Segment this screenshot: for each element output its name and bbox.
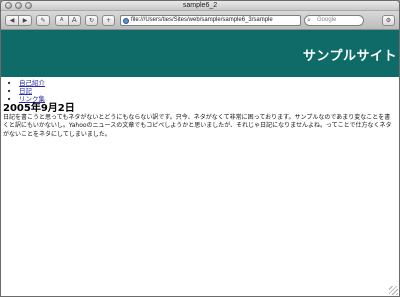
browser-window: sample6_2 ◀ ▶ ✎ A A ↻ + file:///Users/ti… bbox=[0, 0, 400, 297]
add-bookmark-icon[interactable]: + bbox=[102, 15, 115, 26]
search-icon: ⌕ bbox=[307, 17, 311, 24]
search-placeholder: Google bbox=[317, 17, 337, 23]
title-bar: sample6_2 bbox=[1, 1, 399, 11]
site-title: サンプルサイト bbox=[302, 49, 397, 64]
nav-item-diary: 日記 bbox=[19, 87, 397, 95]
settings-icon[interactable]: ⚙ bbox=[382, 15, 395, 26]
site-header: サンプルサイト bbox=[1, 30, 399, 77]
edit-icon[interactable]: ✎ bbox=[36, 15, 50, 26]
reload-icon[interactable]: ↻ bbox=[85, 15, 98, 26]
back-forward-control: ◀ ▶ bbox=[5, 15, 32, 26]
back-icon[interactable]: ◀ bbox=[6, 16, 19, 25]
nav-item-profile: 自己紹介 bbox=[19, 79, 397, 87]
entry-date-heading: 2005年9月2日 bbox=[3, 103, 75, 114]
nav-link-links[interactable]: リンク集 bbox=[19, 95, 45, 103]
browser-toolbar: ◀ ▶ ✎ A A ↻ + file:///Users/ties/Sites/w… bbox=[1, 11, 399, 30]
text-smaller-button[interactable]: A bbox=[56, 16, 69, 25]
nav-link-profile[interactable]: 自己紹介 bbox=[19, 79, 45, 87]
site-nav: 自己紹介 日記 リンク集 bbox=[19, 79, 397, 103]
nav-item-links: リンク集 bbox=[19, 95, 397, 103]
page-content: 自己紹介 日記 リンク集 2005年9月2日 日記を書こうと思ってもネタがないと… bbox=[1, 77, 399, 139]
text-size-icon: A A bbox=[55, 15, 81, 26]
search-field[interactable]: ⌕ Google bbox=[304, 15, 364, 26]
nav-link-diary[interactable]: 日記 bbox=[19, 87, 32, 95]
address-bar[interactable]: file:///Users/ties/Sites/web/sample/samp… bbox=[120, 15, 301, 26]
window-title: sample6_2 bbox=[182, 2, 218, 9]
text-bigger-button[interactable]: A bbox=[69, 16, 81, 25]
url-text: file:///Users/ties/Sites/web/sample/samp… bbox=[131, 17, 273, 23]
globe-icon bbox=[123, 18, 129, 24]
entry-text: 日記を書こうと思ってもネタがないとどうにもならない訳です。只今、ネタがなくて非常… bbox=[3, 114, 392, 138]
forward-icon[interactable]: ▶ bbox=[19, 16, 31, 25]
resize-handle[interactable] bbox=[389, 286, 398, 295]
